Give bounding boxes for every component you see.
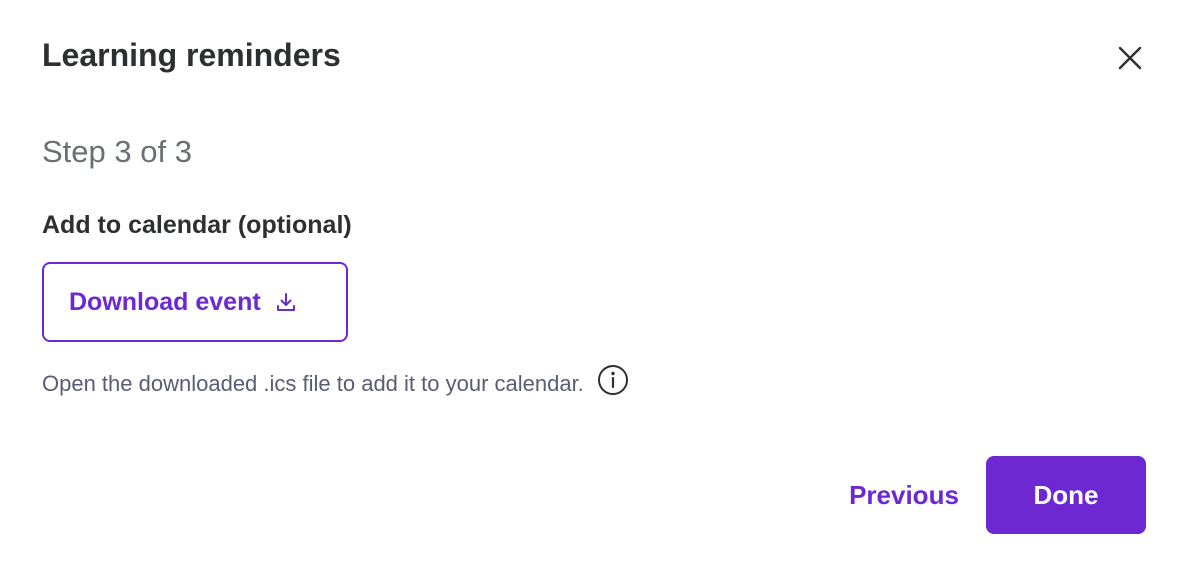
calendar-hint: Open the downloaded .ics file to add it … bbox=[42, 365, 629, 400]
learning-reminders-dialog: Learning reminders Step 3 of 3 Add to ca… bbox=[0, 0, 1188, 570]
previous-button[interactable]: Previous bbox=[832, 456, 976, 534]
hint-text: Open the downloaded .ics file to add it … bbox=[42, 371, 584, 396]
download-event-label: Download event bbox=[69, 288, 261, 316]
dialog-title: Learning reminders bbox=[42, 37, 341, 73]
step-indicator: Step 3 of 3 bbox=[42, 134, 192, 169]
done-button[interactable]: Done bbox=[986, 456, 1146, 534]
close-button[interactable] bbox=[1108, 36, 1152, 80]
download-icon bbox=[275, 291, 297, 313]
download-event-button[interactable]: Download event bbox=[42, 262, 348, 342]
add-to-calendar-label: Add to calendar (optional) bbox=[42, 211, 352, 239]
info-icon[interactable] bbox=[597, 364, 629, 396]
close-icon bbox=[1118, 46, 1142, 70]
